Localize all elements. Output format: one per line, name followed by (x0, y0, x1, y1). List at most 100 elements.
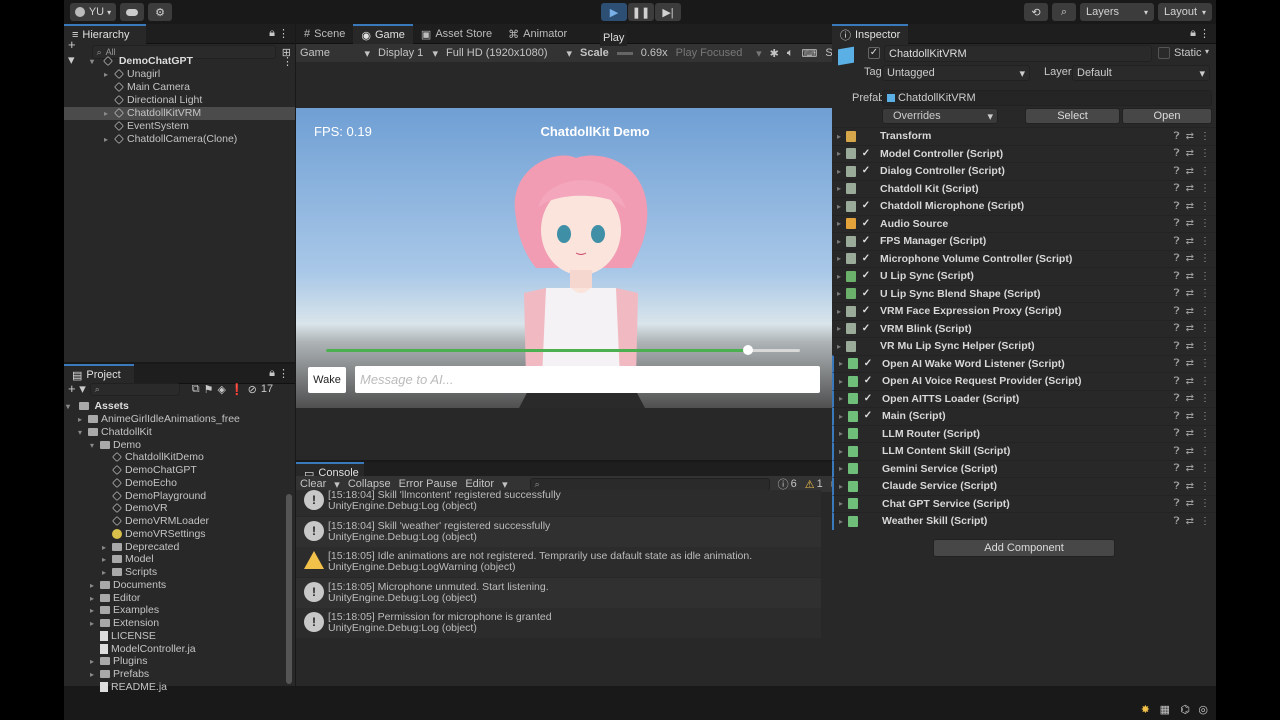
component-enabled-checkbox[interactable]: ✓ (862, 393, 874, 405)
preset-icon[interactable]: ⇄ (1186, 428, 1194, 439)
keyboard-icon[interactable]: ⌨ (802, 47, 818, 60)
component-row[interactable]: ▸ ✓ Dialog Controller (Script) ❓︎ ⇄ ⋮ (832, 162, 1216, 180)
project-item[interactable]: ChatdollKitDemo (102, 451, 204, 464)
kebab-menu-icon[interactable]: ⋮ (1200, 183, 1210, 194)
expand-arrow-icon[interactable]: ▸ (78, 413, 88, 426)
expand-arrow-icon[interactable]: ▸ (834, 482, 848, 491)
preset-icon[interactable]: ⇄ (1186, 253, 1194, 264)
search-button[interactable]: ⌕ (1052, 3, 1076, 21)
project-item[interactable]: DemoVRSettings (102, 528, 206, 541)
project-item[interactable]: ▸ Examples (90, 604, 159, 617)
static-checkbox[interactable] (1158, 47, 1170, 59)
expand-arrow-icon[interactable]: ▸ (90, 655, 100, 668)
pause-button[interactable]: ❚❚ (628, 3, 654, 21)
component-row[interactable]: ▸ Weather Skill (Script) ❓︎ ⇄ ⋮ (832, 512, 1216, 530)
help-icon[interactable]: ❓︎ (1174, 183, 1180, 194)
active-checkbox[interactable]: ✓ (868, 47, 880, 59)
preset-icon[interactable]: ⇄ (1186, 516, 1194, 527)
component-enabled-checkbox[interactable]: ✓ (862, 358, 874, 370)
console-entry[interactable]: ! [15:18:05] Permission for microphone is… (296, 608, 821, 638)
warning-count-icon[interactable]: ⚠ (805, 478, 815, 491)
project-item[interactable]: README.ja (90, 681, 167, 694)
kebab-menu-icon[interactable]: ⋮ (1200, 288, 1210, 299)
component-enabled-checkbox[interactable] (860, 183, 872, 195)
preset-icon[interactable]: ⇄ (1186, 288, 1194, 299)
component-enabled-checkbox[interactable] (862, 445, 874, 457)
component-enabled-checkbox[interactable]: ✓ (860, 288, 872, 300)
console-entry[interactable]: ! [15:18:04] Skill 'llmcontent' registere… (296, 490, 821, 516)
expand-arrow-icon[interactable]: ▸ (834, 359, 848, 368)
component-row[interactable]: ▸ ✓ Microphone Volume Controller (Script) ❓… (832, 249, 1216, 268)
component-enabled-checkbox[interactable]: ✓ (860, 165, 872, 177)
component-enabled-checkbox[interactable] (862, 428, 874, 440)
object-name-field[interactable]: ChatdollKitVRM (884, 45, 1152, 62)
cache-icon[interactable]: ▦ (1160, 703, 1170, 716)
kebab-menu-icon[interactable]: ⋮ (1200, 323, 1210, 334)
project-item[interactable]: ▾ ChatdollKit (78, 426, 152, 439)
component-enabled-checkbox[interactable]: ✓ (860, 305, 872, 317)
help-icon[interactable]: ❓︎ (1174, 236, 1180, 247)
project-item[interactable]: DemoPlayground (102, 490, 206, 503)
component-row[interactable]: ▸ ✓ VRM Face Expression Proxy (Script) ❓︎ ⇄ ⋮ (832, 302, 1216, 320)
preset-icon[interactable]: ⇄ (1186, 411, 1194, 422)
help-icon[interactable]: ❓︎ (1174, 498, 1180, 509)
layout-dropdown[interactable]: Layout ▾ (1158, 3, 1212, 21)
hidden-packages-icon[interactable]: ⊘ (248, 383, 257, 396)
preset-icon[interactable]: ⇄ (1186, 166, 1194, 177)
expand-arrow-icon[interactable]: ▸ (90, 668, 100, 681)
hierarchy-item[interactable]: Directional Light (104, 94, 202, 107)
project-item[interactable]: DemoVR (102, 502, 168, 515)
project-item[interactable]: ▸ Model (102, 553, 154, 566)
kebab-menu-icon[interactable]: ⋮ (1200, 446, 1210, 457)
component-row[interactable]: ▸ ✓ Model Controller (Script) ❓︎ ⇄ ⋮ (832, 144, 1216, 163)
help-icon[interactable]: ❓︎ (1174, 306, 1180, 317)
tab-scene[interactable]: # Scene (296, 24, 353, 44)
wake-button[interactable]: Wake (308, 367, 346, 393)
game-mode-dropdown[interactable]: Game ▾ (300, 47, 370, 60)
console-entry[interactable]: ! [15:18:04] Skill 'weather' registered s… (296, 516, 821, 547)
search-by-type-icon[interactable]: ⧉ (192, 383, 200, 396)
component-row[interactable]: ▸ ✓ Open AI Voice Request Provider (Script… (832, 372, 1216, 390)
component-row[interactable]: ▸ ✓ Audio Source ❓︎ ⇄ ⋮ (832, 214, 1216, 233)
help-icon[interactable]: ❓︎ (1174, 166, 1180, 177)
expand-arrow-icon[interactable]: ▸ (832, 342, 846, 351)
expand-arrow-icon[interactable]: ▸ (90, 604, 100, 617)
project-item[interactable]: ▸ AnimeGirlIdleAnimations_free (78, 413, 240, 426)
play-focused-dropdown[interactable]: Play Focused ▾ (676, 47, 762, 60)
preset-icon[interactable]: ⇄ (1186, 498, 1194, 509)
expand-arrow-icon[interactable]: ▸ (832, 132, 846, 141)
component-enabled-checkbox[interactable]: ✓ (860, 218, 872, 230)
help-icon[interactable]: ❓︎ (1174, 411, 1180, 422)
expand-arrow-icon[interactable]: ▾ (78, 426, 88, 439)
help-icon[interactable]: ❓︎ (1174, 358, 1180, 369)
help-icon[interactable]: ❓︎ (1174, 428, 1180, 439)
status-check-icon[interactable]: ◎ (1198, 703, 1208, 716)
console-entry[interactable]: ! [15:18:05] Microphone unmuted. Start li… (296, 577, 821, 608)
help-icon[interactable]: ❓︎ (1174, 218, 1180, 229)
expand-arrow-icon[interactable]: ▸ (834, 517, 848, 526)
preset-icon[interactable]: ⇄ (1186, 341, 1194, 352)
kebab-menu-icon[interactable]: ⋮ (1200, 393, 1210, 404)
kebab-menu-icon[interactable]: ⋮ (1200, 498, 1210, 509)
preset-icon[interactable]: ⇄ (1186, 218, 1194, 229)
kebab-menu-icon[interactable]: ⋮ (1200, 481, 1210, 492)
component-row[interactable]: ▸ ✓ VRM Blink (Script) ❓︎ ⇄ ⋮ (832, 319, 1216, 338)
volume-slider-track[interactable] (326, 345, 800, 355)
component-row[interactable]: ▸ VR Mu Lip Sync Helper (Script) ❓︎ ⇄ ⋮ (832, 337, 1216, 355)
step-button[interactable]: ▶| (655, 3, 681, 21)
console-search-input[interactable]: ⌕ (529, 477, 770, 491)
hierarchy-item[interactable]: ▸ Unagirl (104, 68, 160, 81)
help-icon[interactable]: ❓︎ (1174, 516, 1180, 527)
expand-arrow-icon[interactable]: ▸ (832, 149, 846, 158)
kebab-menu-icon[interactable]: ⋮ (1200, 428, 1210, 439)
component-row[interactable]: ▸ ✓ FPS Manager (Script) ❓︎ ⇄ ⋮ (832, 232, 1216, 250)
game-render-view[interactable]: FPS: 0.19 ChatdollKit Demo Wake Message … (296, 108, 894, 408)
preset-icon[interactable]: ⇄ (1186, 463, 1194, 474)
tab-asset-store[interactable]: ▣ Asset Store (413, 24, 500, 44)
kebab-menu-icon[interactable]: ⋮ (1200, 463, 1210, 474)
kebab-menu-icon[interactable]: ⋮ (1200, 411, 1210, 422)
tab-game[interactable]: ◉ Game (353, 24, 413, 44)
expand-arrow-icon[interactable]: ▸ (90, 592, 100, 605)
component-row[interactable]: ▸ Gemini Service (Script) ❓︎ ⇄ ⋮ (832, 459, 1216, 477)
preset-icon[interactable]: ⇄ (1186, 393, 1194, 404)
